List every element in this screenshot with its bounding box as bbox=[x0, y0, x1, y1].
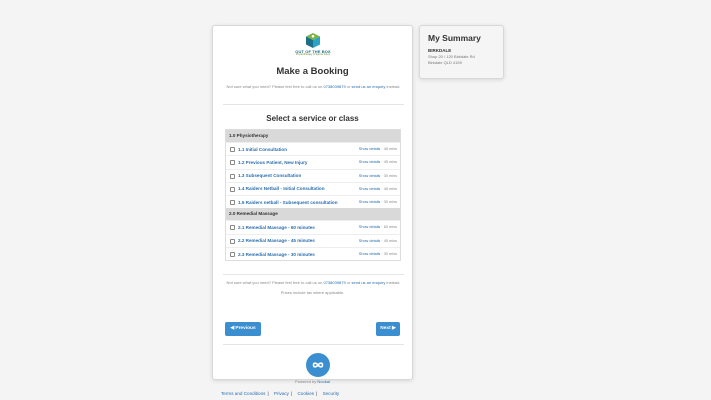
powered-by: Powered by Nookal bbox=[295, 379, 330, 384]
show-details-link[interactable]: Show details bbox=[359, 200, 381, 204]
service-row[interactable]: 1.2 Previous Patient, New Injury Show de… bbox=[226, 155, 400, 168]
phone-link[interactable]: 0738039879 bbox=[323, 84, 345, 89]
service-label[interactable]: 2.3 Remedial Massage - 30 minutes bbox=[238, 252, 315, 257]
service-row[interactable]: 1.4 Raiders Netball - Initial Consultati… bbox=[226, 181, 400, 195]
previous-button[interactable]: ◀ Previous bbox=[225, 322, 261, 336]
service-label[interactable]: 2.1 Remedial Massage - 60 minutes bbox=[238, 225, 315, 230]
service-checkbox[interactable] bbox=[230, 225, 235, 231]
divider bbox=[223, 104, 404, 105]
show-details-link[interactable]: Show details bbox=[359, 252, 381, 256]
service-row[interactable]: 2.1 Remedial Massage - 60 minutes Show d… bbox=[226, 220, 400, 233]
service-checkbox[interactable] bbox=[230, 252, 235, 258]
service-row[interactable]: 2.2 Remedial Massage - 45 minutes Show d… bbox=[226, 233, 400, 247]
duration: 45 mins bbox=[383, 186, 397, 191]
divider bbox=[223, 344, 404, 345]
group-header: 2.0 Remedial Massage bbox=[226, 208, 400, 221]
service-checkbox[interactable] bbox=[230, 186, 235, 192]
service-label[interactable]: 2.2 Remedial Massage - 45 minutes bbox=[238, 238, 315, 243]
booking-card: OUT OF THE BOX Physiotherapy & Sports In… bbox=[212, 25, 413, 396]
next-button[interactable]: Next ▶ bbox=[376, 322, 400, 336]
service-checkbox[interactable] bbox=[230, 160, 235, 166]
service-row[interactable]: 1.5 Raiders netball - Subsequent consult… bbox=[226, 195, 400, 208]
duration: 30 mins bbox=[383, 173, 397, 178]
divider bbox=[223, 274, 404, 275]
service-row[interactable]: 2.3 Remedial Massage - 30 minutes Show d… bbox=[226, 247, 400, 260]
service-label[interactable]: 1.4 Raiders Netball - Initial Consultati… bbox=[238, 186, 325, 191]
enquiry-link[interactable]: send us an enquiry bbox=[352, 280, 386, 285]
duration: 45 mins bbox=[383, 147, 397, 151]
duration: 45 mins bbox=[383, 238, 397, 243]
page-title: Make a Booking bbox=[276, 66, 349, 77]
group-header: 1.0 Physiotherapy bbox=[226, 130, 400, 142]
infinity-icon bbox=[312, 362, 324, 368]
duration: 60 mins bbox=[383, 225, 397, 230]
service-label[interactable]: 1.5 Raiders netball - Subsequent consult… bbox=[238, 200, 338, 205]
help-note-bottom: Not sure what you need? Please feel free… bbox=[226, 280, 401, 285]
show-details-link[interactable]: Show details bbox=[359, 187, 381, 191]
service-checkbox[interactable] bbox=[230, 238, 235, 244]
service-row[interactable]: 1.1 Initial Consultation Show details · … bbox=[226, 142, 400, 155]
cookies-link[interactable]: Cookies bbox=[297, 391, 314, 396]
enquiry-link[interactable]: send us an enquiry bbox=[352, 84, 386, 89]
prices-note: Prices include tax where applicable. bbox=[280, 290, 345, 295]
nookal-link[interactable]: Nookal bbox=[317, 379, 329, 384]
help-note-top: Not sure what you need? Please feel free… bbox=[226, 84, 401, 89]
duration: 30 mins bbox=[383, 252, 397, 257]
show-details-link[interactable]: Show details bbox=[359, 239, 381, 243]
service-label[interactable]: 1.2 Previous Patient, New Injury bbox=[238, 160, 307, 165]
duration: 45 mins bbox=[383, 160, 397, 165]
footer-links: Terms and Conditions | Privacy | Cookies | … bbox=[221, 391, 340, 396]
show-details-link[interactable]: Show details bbox=[359, 160, 381, 164]
terms-link[interactable]: Terms and Conditions bbox=[221, 391, 265, 396]
section-title: Select a service or class bbox=[266, 114, 359, 123]
show-details-link[interactable]: Show details bbox=[359, 174, 381, 178]
show-details-link[interactable]: Show details bbox=[359, 225, 381, 229]
show-details-link[interactable]: Show details bbox=[359, 147, 381, 151]
logo-box-icon bbox=[306, 33, 320, 48]
service-checkbox[interactable] bbox=[230, 147, 235, 152]
service-label[interactable]: 1.3 Subsequent Consultation bbox=[238, 173, 301, 178]
summary-address-line2: Birkdale QLD 4159 bbox=[428, 59, 462, 65]
phone-link[interactable]: 0738039879 bbox=[323, 280, 345, 285]
logo-subtext: Physiotherapy & Sports Injury bbox=[295, 53, 331, 56]
service-checkbox[interactable] bbox=[230, 173, 235, 179]
service-row[interactable]: 1.3 Subsequent Consultation Show details… bbox=[226, 168, 400, 182]
clinic-logo: OUT OF THE BOX Physiotherapy & Sports In… bbox=[295, 33, 331, 57]
service-list: 1.0 Physiotherapy 1.1 Initial Consultati… bbox=[225, 129, 401, 262]
summary-panel: My Summary BIRKDALE Shop 20 / 120 Birkda… bbox=[419, 25, 504, 79]
privacy-link[interactable]: Privacy bbox=[274, 391, 289, 396]
security-link[interactable]: Security bbox=[323, 391, 340, 396]
service-label[interactable]: 1.1 Initial Consultation bbox=[238, 147, 287, 152]
service-checkbox[interactable] bbox=[230, 200, 235, 206]
summary-title: My Summary bbox=[428, 33, 481, 43]
duration: 30 mins bbox=[383, 200, 397, 205]
nookal-logo[interactable] bbox=[306, 353, 330, 377]
